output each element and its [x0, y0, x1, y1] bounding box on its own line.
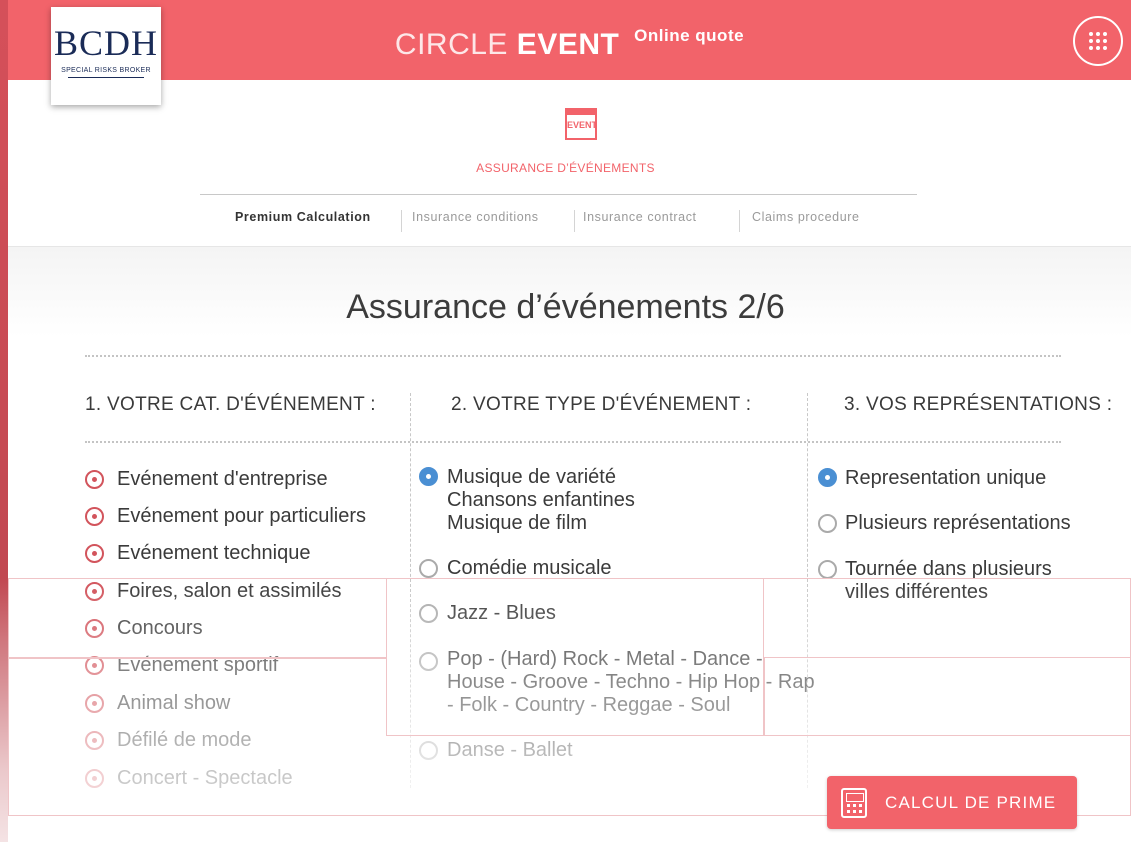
representation-option[interactable]: Representation unique — [818, 467, 1046, 490]
radio-button[interactable] — [85, 731, 104, 750]
option-label: Evénement sportif — [117, 654, 279, 676]
heading-dotted-divider — [85, 441, 1061, 443]
tab-separator — [739, 210, 740, 232]
calculate-premium-label: CALCUL DE PRIME — [885, 792, 1057, 812]
radio-button[interactable] — [85, 769, 104, 788]
category-option[interactable]: Concours — [85, 617, 203, 640]
category-option[interactable]: Evénement d'entreprise — [85, 468, 328, 491]
radio-button[interactable] — [818, 514, 837, 533]
type-option[interactable]: Pop - (Hard) Rock - Metal - Dance - Hous… — [419, 648, 815, 717]
option-label: Défilé de mode — [117, 729, 252, 751]
grid-dots-icon — [1089, 32, 1107, 50]
option-label: Representation unique — [845, 467, 1047, 489]
option-line: - Folk - Country - Reggae - Soul — [447, 694, 731, 716]
menu-button[interactable] — [1073, 16, 1123, 66]
option-label: Tournée dans plusieurs villes différente… — [845, 558, 1052, 604]
category-option[interactable]: Foires, salon et assimilés — [85, 580, 342, 603]
category-option[interactable]: Evénement pour particuliers — [85, 505, 366, 528]
title-dotted-divider — [85, 355, 1061, 357]
logo-tagline: SPECIAL RISKS BROKER — [61, 67, 151, 74]
radio-button[interactable] — [419, 741, 438, 760]
option-line: Pop - (Hard) Rock - Metal - Dance - — [447, 648, 763, 670]
column-heading-type: 2. VOTRE TYPE D'ÉVÉNEMENT : — [451, 394, 752, 415]
tab-claims-procedure[interactable]: Claims procedure — [752, 210, 860, 224]
app-title-light: CIRCLE — [394, 28, 508, 61]
type-option[interactable]: Danse - Ballet — [419, 739, 573, 762]
left-edge-strip — [0, 0, 8, 842]
event-calendar-icon: EVENT — [565, 108, 597, 140]
type-option[interactable]: Jazz - Blues — [419, 602, 556, 625]
category-option[interactable]: Concert - Spectacle — [85, 767, 293, 790]
logo-underline — [68, 77, 144, 78]
radio-button[interactable] — [85, 582, 104, 601]
option-label: Foires, salon et assimilés — [117, 580, 342, 602]
column-heading-representations: 3. VOS REPRÉSENTATIONS : — [844, 394, 1113, 415]
option-line: Musique de film — [447, 512, 588, 534]
option-line: Chansons enfantines — [447, 489, 635, 511]
representation-option[interactable]: Tournée dans plusieurs villes différente… — [818, 558, 1052, 604]
option-label: Danse - Ballet — [447, 739, 573, 761]
representation-option[interactable]: Plusieurs représentations — [818, 512, 1071, 535]
radio-button[interactable] — [85, 544, 104, 563]
app-subtitle: Online quote — [634, 26, 745, 45]
option-label: Plusieurs représentations — [845, 512, 1071, 534]
option-label: Animal show — [117, 692, 231, 714]
radio-button[interactable] — [419, 604, 438, 623]
category-option[interactable]: Evénement technique — [85, 542, 310, 565]
option-line: Tournée dans plusieurs — [845, 558, 1052, 580]
column-heading-category: 1. VOTRE CAT. D'ÉVÉNEMENT : — [85, 394, 376, 415]
type-option[interactable]: Comédie musicale — [419, 557, 612, 580]
header-bar: CIRCLE EVENT Online quote — [8, 0, 1131, 80]
section-divider — [200, 194, 917, 195]
option-line: Musique de variété — [447, 466, 616, 488]
option-label: Concert - Spectacle — [117, 767, 293, 789]
option-label: Evénement d'entreprise — [117, 468, 328, 490]
category-option[interactable]: Défilé de mode — [85, 729, 252, 752]
radio-button[interactable] — [419, 652, 438, 671]
option-label: Musique de variété Chansons enfantines M… — [447, 466, 635, 535]
tab-insurance-contract[interactable]: Insurance contract — [583, 210, 697, 224]
radio-button[interactable] — [85, 507, 104, 526]
radio-button-selected[interactable] — [818, 468, 837, 487]
calculate-premium-button[interactable]: CALCUL DE PRIME — [827, 776, 1077, 829]
option-line: villes différentes — [845, 581, 989, 603]
tab-separator — [401, 210, 402, 232]
radio-button[interactable] — [85, 694, 104, 713]
app-title-bold: EVENT — [516, 28, 620, 61]
radio-button-selected[interactable] — [419, 467, 438, 486]
radio-button[interactable] — [85, 656, 104, 675]
radio-button[interactable] — [818, 560, 837, 579]
option-label: Pop - (Hard) Rock - Metal - Dance - Hous… — [447, 648, 815, 717]
section-title: ASSURANCE D’ÉVÉNEMENTS — [476, 161, 655, 175]
option-line: House - Groove - Techno - Hip Hop - Rap — [447, 671, 815, 693]
nav-tabs: Premium Calculation Insurance conditions… — [0, 210, 1131, 232]
radio-button[interactable] — [85, 470, 104, 489]
column-divider — [807, 393, 808, 788]
page-title: Assurance d’événements 2/6 — [346, 288, 785, 326]
radio-button[interactable] — [85, 619, 104, 638]
logo-mark: BCDH — [53, 23, 159, 63]
type-option[interactable]: Musique de variété Chansons enfantines M… — [419, 466, 635, 535]
option-label: Comédie musicale — [447, 557, 612, 579]
category-option[interactable]: Evénement sportif — [85, 654, 278, 677]
category-option[interactable]: Animal show — [85, 692, 230, 715]
app-title: CIRCLE EVENT Online quote — [8, 26, 1131, 62]
column-divider — [410, 393, 411, 788]
option-label: Jazz - Blues — [447, 602, 556, 624]
option-label: Concours — [117, 617, 203, 639]
tab-insurance-conditions[interactable]: Insurance conditions — [412, 210, 539, 224]
radio-button[interactable] — [419, 559, 438, 578]
brand-logo[interactable]: BCDH SPECIAL RISKS BROKER — [51, 7, 161, 105]
option-label: Evénement technique — [117, 542, 311, 564]
tab-premium-calculation[interactable]: Premium Calculation — [235, 210, 371, 224]
tab-separator — [574, 210, 575, 232]
calculator-icon — [841, 787, 867, 818]
option-label: Evénement pour particuliers — [117, 505, 367, 527]
